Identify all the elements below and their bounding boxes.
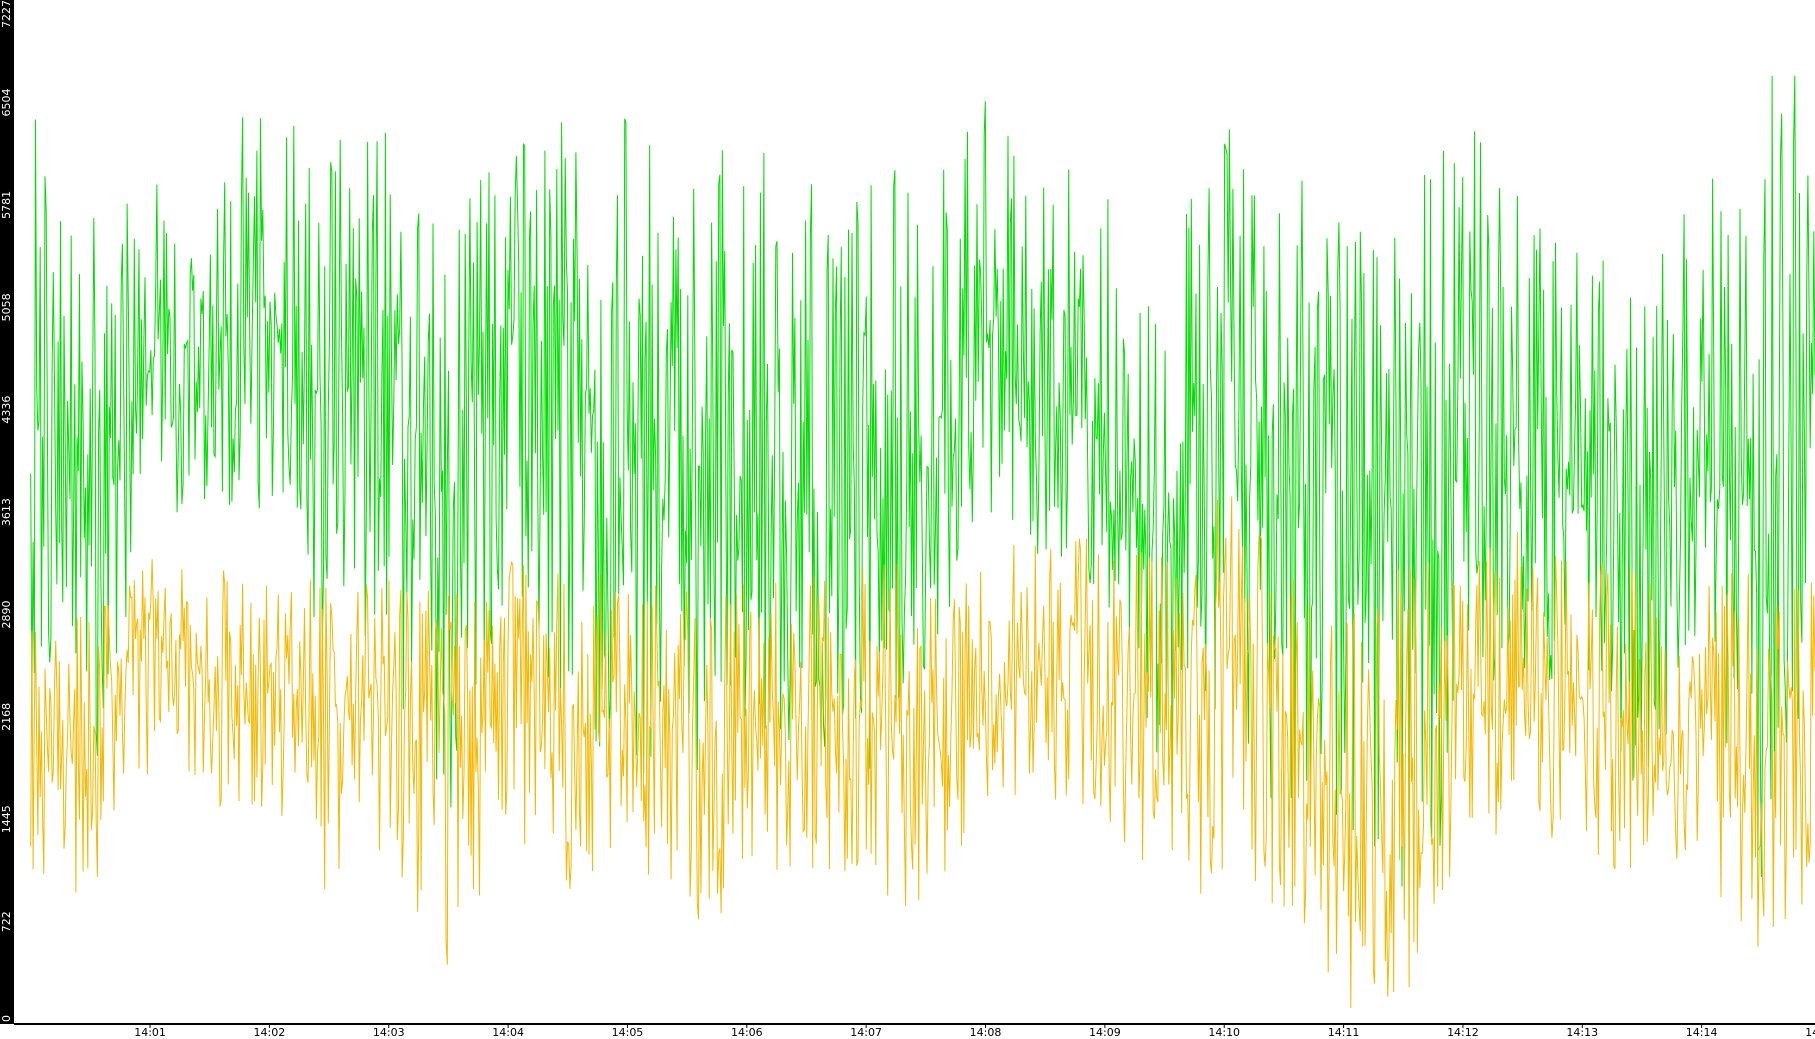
x-tick-label: 14:15 (1805, 1026, 1815, 1039)
y-tick-label: 6504 (0, 88, 13, 116)
y-tick-label: 0 (0, 1015, 13, 1022)
plot-background (0, 0, 1815, 1039)
x-tick-label: 14:01 (134, 1026, 166, 1039)
y-tick-label: 722 (0, 911, 13, 932)
y-tick-label: 2168 (0, 703, 13, 731)
x-tick-label: 14:06 (731, 1026, 763, 1039)
x-tick-label: 14:14 (1686, 1026, 1718, 1039)
x-tick-label: 14:02 (254, 1026, 286, 1039)
x-tick-label: 14:13 (1566, 1026, 1598, 1039)
x-tick-label: 14:11 (1328, 1026, 1360, 1039)
y-tick-label: 5058 (0, 293, 13, 321)
x-tick-label: 14:03 (373, 1026, 405, 1039)
x-tick-label: 14:10 (1208, 1026, 1240, 1039)
y-tick-label: 7227 (0, 0, 13, 28)
y-tick-label: 2890 (0, 601, 13, 629)
y-tick-label: 3613 (0, 498, 13, 526)
y-tick-label: 1445 (0, 805, 13, 833)
x-tick-label: 14:04 (492, 1026, 524, 1039)
x-tick-label: 14:08 (970, 1026, 1002, 1039)
chart-svg: 0 722 1445 2168 2890 3613 4336 5058 5781 6504 7227… (0, 0, 1815, 1039)
x-tick-label: 14:07 (850, 1026, 882, 1039)
x-tick-label: 14:09 (1089, 1026, 1121, 1039)
y-tick-label: 5781 (0, 191, 13, 219)
x-tick-label: 14:05 (612, 1026, 644, 1039)
chart-area: 0 722 1445 2168 2890 3613 4336 5058 5781 6504 7227… (0, 0, 1815, 1039)
x-tick-label: 14:12 (1447, 1026, 1479, 1039)
y-tick-label: 4336 (0, 396, 13, 424)
